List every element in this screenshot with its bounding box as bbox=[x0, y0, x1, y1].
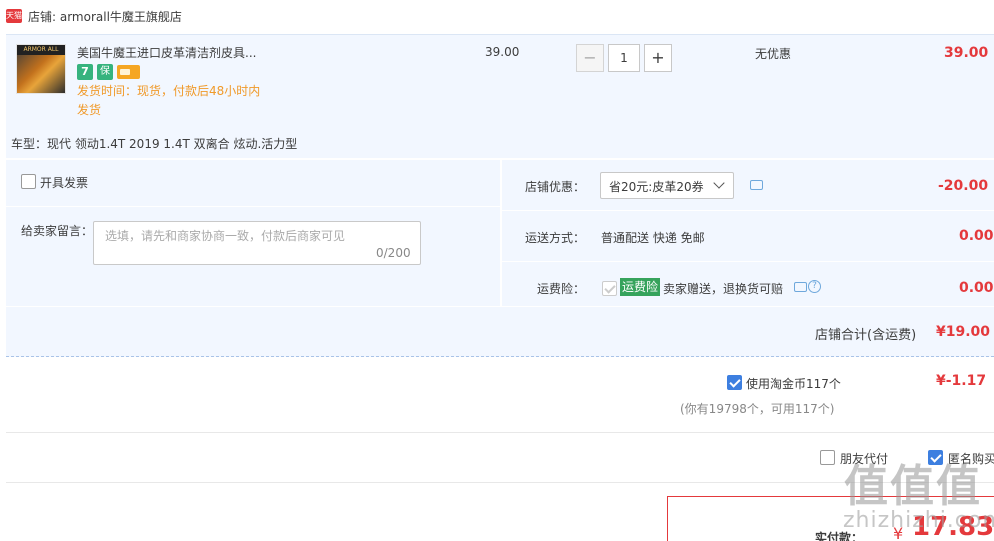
shipping-insurance-amount: 0.00 bbox=[959, 280, 994, 296]
taobao-coins-balance-note: (你有19798个，可用117个) bbox=[680, 402, 835, 416]
quantity-input[interactable]: 1 bbox=[608, 44, 640, 72]
friend-pay-checkbox[interactable] bbox=[820, 450, 835, 465]
shipping-insurance-checkbox bbox=[602, 281, 617, 296]
shop-coupon-amount: -20.00 bbox=[938, 178, 989, 194]
chat-bubble-icon[interactable] bbox=[750, 180, 763, 190]
credit-card-icon bbox=[117, 65, 140, 79]
shipping-amount: 0.00 bbox=[959, 228, 994, 244]
taobao-coins-amount: ¥-1.17 bbox=[936, 373, 987, 389]
shipping-insurance-badge: 运费险 bbox=[620, 278, 661, 296]
divider bbox=[6, 206, 500, 207]
shipping-method-value: 普通配送 快递 免邮 bbox=[601, 231, 705, 245]
car-model-spec: 车型：现代 领动1.4T 2019 1.4T 双离合 炫动.活力型 bbox=[11, 137, 298, 151]
shop-coupon-selected-value: 省20元:皮革20券 bbox=[609, 180, 704, 194]
quantity-decrease-button[interactable]: − bbox=[576, 44, 604, 72]
quantity-increase-button[interactable]: + bbox=[644, 44, 672, 72]
chat-bubble-icon[interactable] bbox=[794, 282, 807, 292]
guarantee-icon: 保 bbox=[97, 64, 113, 80]
help-icon[interactable]: ? bbox=[808, 280, 821, 293]
divider bbox=[500, 160, 502, 306]
use-taobao-coins-checkbox[interactable] bbox=[727, 375, 742, 390]
divider bbox=[502, 261, 994, 262]
tmall-icon: 天猫 bbox=[6, 9, 22, 23]
shipping-method-label: 运送方式： bbox=[525, 231, 586, 245]
item-discount: 无优惠 bbox=[755, 47, 792, 61]
divider bbox=[502, 210, 994, 211]
use-taobao-coins-label[interactable]: 使用淘金币117个 bbox=[746, 375, 841, 392]
unit-price: 39.00 bbox=[485, 45, 520, 59]
shop-name-link[interactable]: 店铺: armorall牛魔王旗舰店 bbox=[28, 8, 182, 25]
divider bbox=[6, 432, 994, 433]
product-thumbnail-label: ARMOR ALL bbox=[17, 45, 65, 55]
seller-message-char-count: 0/200 bbox=[376, 246, 411, 260]
watermark-url: zhizhizhi.com bbox=[843, 508, 994, 533]
watermark-logo: 值值值 bbox=[844, 461, 982, 512]
invoice-label[interactable]: 开具发票 bbox=[40, 174, 88, 191]
seven-day-return-icon: 7 bbox=[77, 64, 93, 80]
seller-message-label: 给卖家留言： bbox=[21, 224, 94, 238]
shop-total-amount: ¥19.00 bbox=[936, 324, 991, 340]
shipping-time-note: 发货时间：现货，付款后48小时内发货 bbox=[77, 84, 261, 117]
seller-message-placeholder: 选填，请先和商家协商一致，付款后商家可见 bbox=[105, 229, 346, 243]
invoice-checkbox[interactable] bbox=[21, 174, 36, 189]
shipping-insurance-label: 运费险： bbox=[537, 282, 586, 296]
product-title-link[interactable]: 美国牛魔王进口皮革清洁剂皮具... bbox=[77, 44, 256, 61]
shop-coupon-label: 店铺优惠： bbox=[525, 180, 586, 194]
shipping-insurance-text: 卖家赠送，退换货可赔 bbox=[663, 282, 784, 296]
item-subtotal: 39.00 bbox=[944, 45, 989, 61]
shop-total-label: 店铺合计(含运费) bbox=[815, 328, 917, 343]
